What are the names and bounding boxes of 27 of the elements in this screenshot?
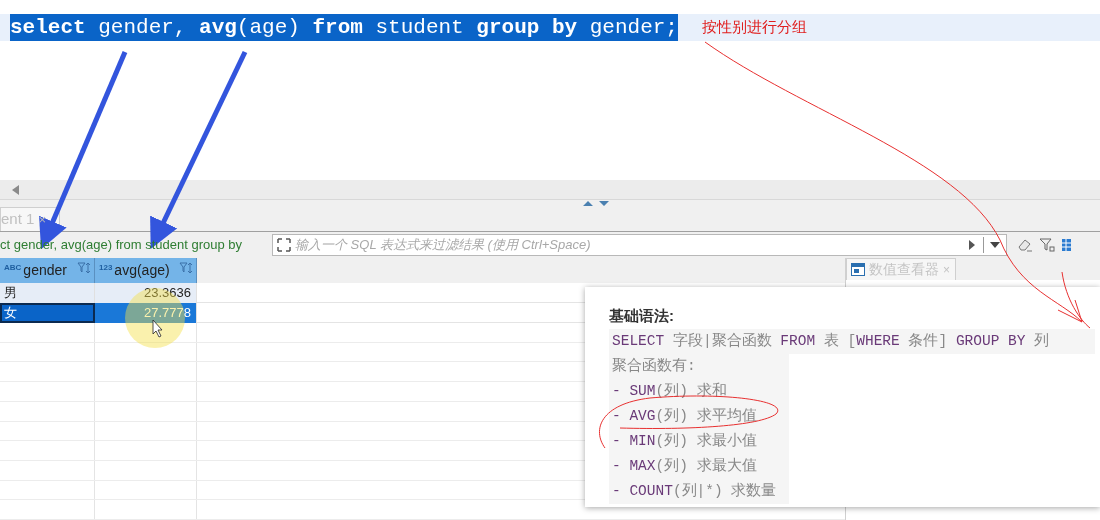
syntax-line: - MIN(列) 求最小值 [611, 431, 757, 451]
mouse-cursor-icon [152, 319, 163, 338]
syntax-line: - COUNT(列|*) 求数量 [611, 481, 777, 501]
syntax-line: 聚合函数有: [611, 356, 696, 376]
syntax-line: - SUM(列) 求和 [611, 381, 727, 401]
syntax-line: - MAX(列) 求最大值 [611, 456, 757, 476]
table-cell[interactable]: 女 [0, 303, 95, 323]
column-name: avg(age) [114, 261, 170, 280]
dropdown-icon[interactable] [990, 242, 1000, 248]
filter-icon[interactable] [1039, 238, 1055, 252]
grid-icon[interactable] [1061, 238, 1071, 252]
type-label: ABC [4, 262, 22, 274]
syntax-line: - AVG(列) 求平均值 [611, 406, 757, 426]
close-icon[interactable]: × [38, 209, 46, 230]
eraser-icon[interactable] [1017, 238, 1033, 252]
sort-filter-icon[interactable] [77, 262, 91, 274]
syntax-line: SELECT 字段|聚合函数 FROM 表 [WHERE 条件] GROUP BY 列 [611, 331, 1050, 351]
sort-filter-icon[interactable] [179, 262, 193, 274]
popup-heading: 基础语法: [609, 306, 675, 326]
annotation-text: 按性别进行分组 [702, 17, 807, 38]
scroll-left-icon[interactable] [12, 184, 20, 195]
table-cell[interactable]: 男 [0, 283, 95, 303]
column-name: gender [23, 261, 67, 280]
expand-icon[interactable] [277, 238, 291, 252]
play-icon[interactable] [969, 240, 975, 250]
type-label: 123 [99, 262, 113, 274]
panel-icon [851, 263, 865, 276]
